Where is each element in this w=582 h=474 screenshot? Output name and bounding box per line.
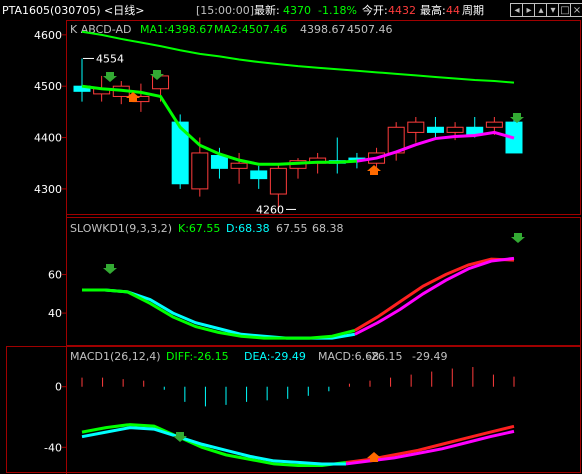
candle-body xyxy=(485,121,503,128)
ma2-value: 4507.46 xyxy=(347,23,393,36)
high-annotation: 4554 xyxy=(96,52,124,65)
low-annotation: 4260 xyxy=(256,203,284,216)
ma1-value: 4398.67 xyxy=(300,23,346,36)
sell-signal-icon xyxy=(511,233,525,243)
candle-body xyxy=(446,126,464,133)
d-value: 68.38 xyxy=(312,222,344,235)
price-tick-label: 4300 xyxy=(34,183,62,196)
candle-body xyxy=(210,155,228,169)
candle-body xyxy=(250,170,268,180)
k-legend: K:67.55 xyxy=(178,222,220,235)
ma1-line-green xyxy=(81,84,357,166)
k-value: 67.55 xyxy=(276,222,308,235)
sell-signal-icon xyxy=(103,72,117,82)
candle-body xyxy=(426,126,444,133)
macd-panel-frame xyxy=(6,346,581,473)
price-panel-frame xyxy=(66,20,581,215)
diff-legend: DIFF:-26.15 xyxy=(166,350,229,363)
dea-legend: DEA:-29.49 xyxy=(244,350,306,363)
chart-canvas[interactable]: K ABCD-AD MA1:4398.67 MA2:4507.46 4398.6… xyxy=(0,0,582,474)
candle-body xyxy=(407,121,425,133)
candle-body xyxy=(191,152,209,190)
dea-line-cyan xyxy=(81,426,346,466)
ma2-line xyxy=(81,30,515,84)
macd-title: MACD1(26,12,4) xyxy=(70,350,161,363)
price-tick-label: 4600 xyxy=(34,29,62,42)
sell-signal-icon xyxy=(103,264,117,274)
kd-tick-label: 60 xyxy=(48,269,62,282)
macd-tick-label: -40 xyxy=(44,441,62,454)
diff-value: -26.15 xyxy=(367,350,402,363)
candle-body xyxy=(269,167,287,195)
price-tick-label: 4400 xyxy=(34,132,62,145)
price-tick-label: 4500 xyxy=(34,80,62,93)
d-legend: D:68.38 xyxy=(226,222,270,235)
kd-title: SLOWKD1(9,3,3,2) xyxy=(70,222,172,235)
ma1-legend: MA1:4398.67 xyxy=(140,23,213,36)
kd-panel-frame xyxy=(66,217,581,346)
candle-body xyxy=(230,162,248,169)
k-line-green xyxy=(82,288,356,340)
dea-value: -29.49 xyxy=(412,350,447,363)
ma2-legend: MA2:4507.46 xyxy=(214,23,287,36)
kd-tick-label: 40 xyxy=(48,307,62,320)
macd-tick-label: 0 xyxy=(55,381,62,394)
k-line-red xyxy=(354,257,515,332)
sell-signal-icon xyxy=(510,113,524,123)
buy-signal-icon xyxy=(367,165,381,175)
d-line-magenta xyxy=(354,256,515,336)
plot-layer: 4600 4500 4400 4300 4554 4260 60 40 0 -40 xyxy=(34,29,525,467)
